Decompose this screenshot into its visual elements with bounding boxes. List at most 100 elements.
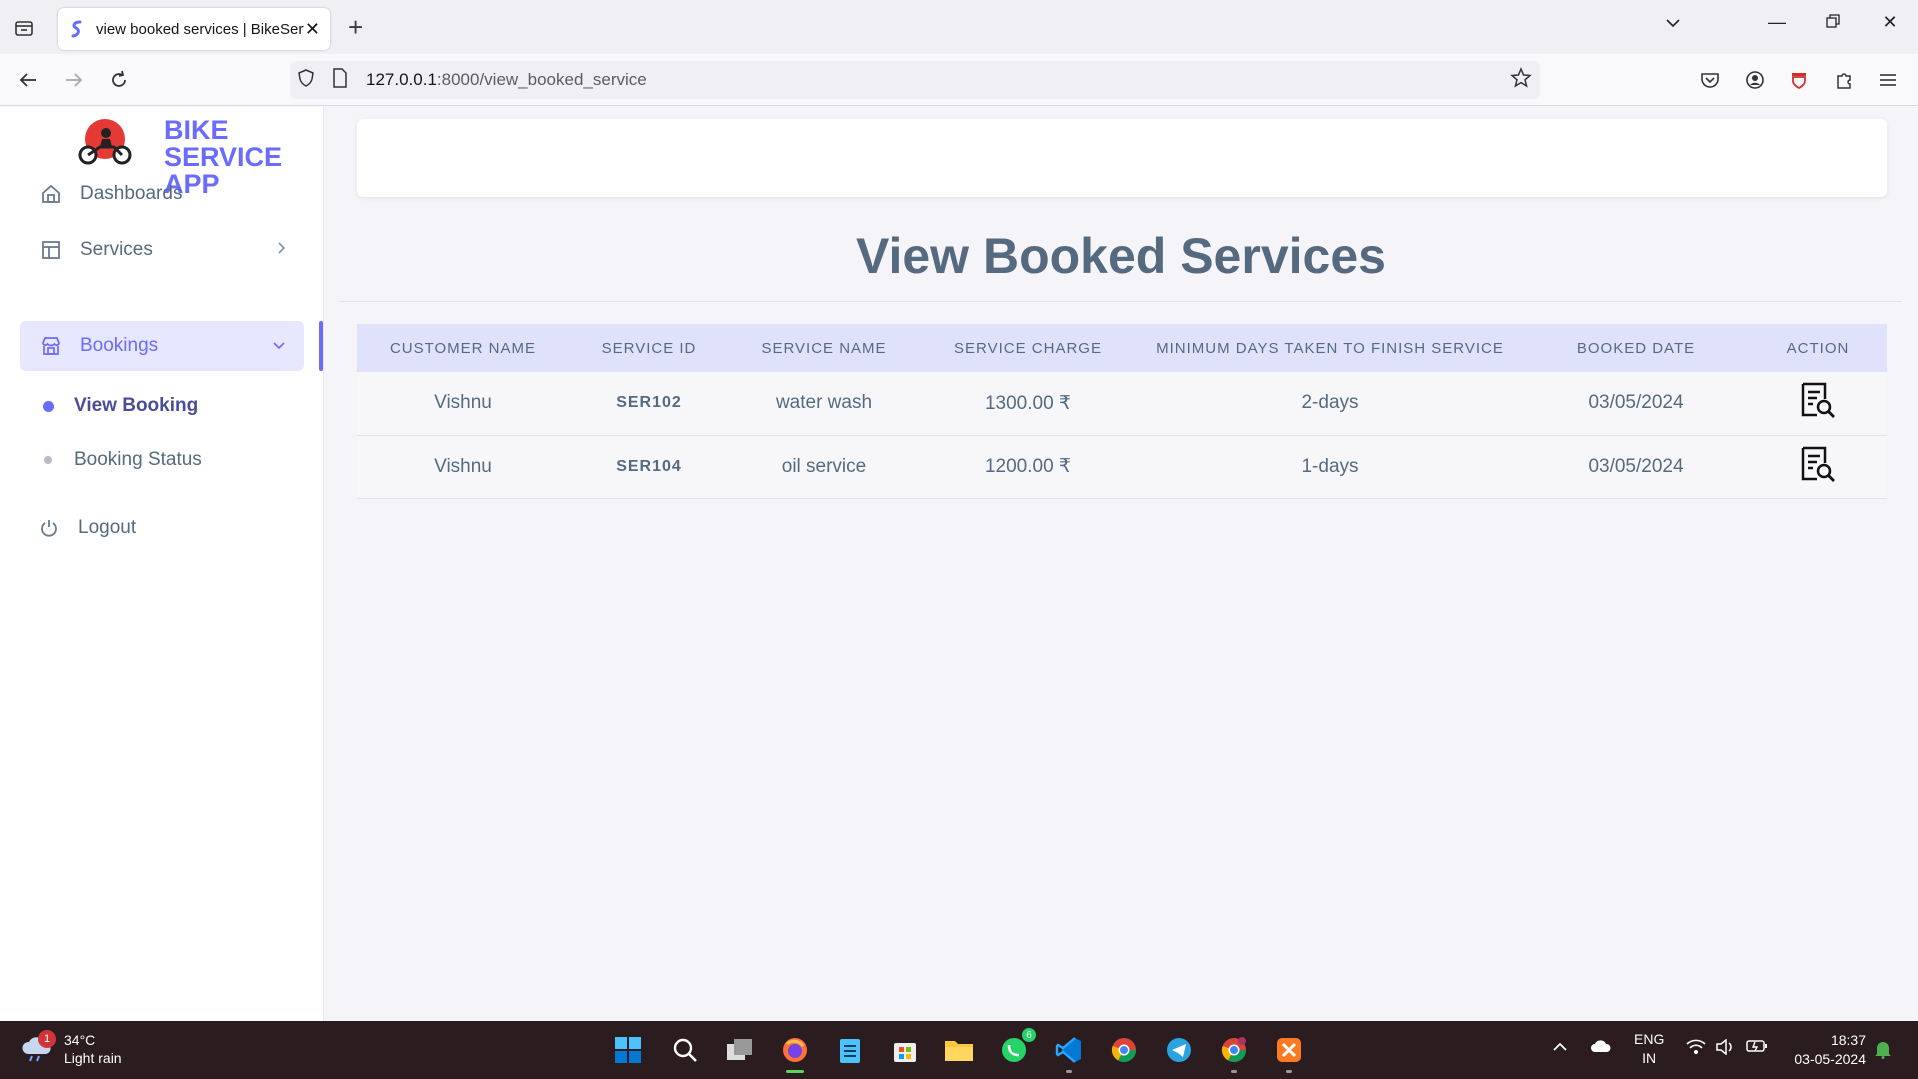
telegram-icon[interactable] <box>1162 1033 1196 1067</box>
rain-cloud-icon: 1 <box>20 1030 56 1064</box>
cell-action <box>1749 372 1887 435</box>
browser-tab[interactable]: view booked services | BikeServ ✕ <box>58 8 330 50</box>
sidebar-subitem-booking-status[interactable]: Booking Status <box>44 449 202 471</box>
new-tab-button[interactable]: + <box>348 12 363 42</box>
system-clock[interactable]: 18:37 03-05-2024 <box>1794 1031 1866 1069</box>
weather-alert-badge: 1 <box>38 1030 56 1048</box>
column-header: MINIMUM DAYS TAKEN TO FINISH SERVICE <box>1156 339 1504 357</box>
sidebar-subitem-view-booking[interactable]: View Booking <box>43 395 199 417</box>
firefox-icon[interactable] <box>778 1033 812 1073</box>
bike-logo-icon <box>78 119 132 165</box>
main-content: View Booked Services CUSTOMER NAME SERVI… <box>324 107 1918 1021</box>
clock-date: 03-05-2024 <box>1794 1051 1866 1067</box>
battery-icon[interactable] <box>1746 1039 1768 1056</box>
search-icon[interactable] <box>668 1033 702 1067</box>
divider <box>340 301 1902 302</box>
table-header-row: CUSTOMER NAME SERVICE ID SERVICE NAME SE… <box>357 324 1887 372</box>
table-row: Vishnu SER104 oil service 1200.00 ₹ 1-da… <box>357 435 1887 498</box>
taskbar: 1 34°C Light rain 6 ENG IN 18:37 03-05-2… <box>0 1021 1918 1079</box>
whatsapp-icon[interactable]: 6 <box>997 1027 1037 1067</box>
cell-customer-name: Vishnu <box>434 455 492 477</box>
close-window-icon[interactable]: ✕ <box>1875 12 1905 33</box>
onedrive-cloud-icon[interactable] <box>1590 1039 1612 1056</box>
app-favicon-icon <box>71 20 82 38</box>
power-icon <box>38 517 60 539</box>
url-text[interactable]: 127.0.0.1:8000/view_booked_service <box>366 70 647 90</box>
browser-nav-bar: 127.0.0.1:8000/view_booked_service <box>0 54 1918 106</box>
language-indicator[interactable]: ENG IN <box>1634 1030 1664 1068</box>
bullet-dot-icon <box>44 456 52 464</box>
sidebar-item-logout[interactable]: Logout <box>18 503 302 553</box>
bullet-dot-icon <box>43 400 54 412</box>
microsoft-store-icon[interactable] <box>888 1033 922 1067</box>
sidebar-item-label: Services <box>80 239 153 260</box>
column-header: CUSTOMER NAME <box>389 339 537 357</box>
cell-service-charge: 1300.00 ₹ <box>984 392 1072 414</box>
cell-service-id: SER104 <box>616 457 682 475</box>
sidebar-item-dashboards[interactable]: Dashboards <box>20 169 304 219</box>
running-app-indicator <box>1066 1070 1072 1073</box>
region-code: IN <box>1642 1050 1657 1066</box>
cell-service-name: water wash <box>775 392 873 414</box>
chrome-profile-icon[interactable] <box>1217 1033 1251 1073</box>
top-navbar-card <box>357 119 1887 197</box>
subitem-label: View Booking <box>74 395 199 416</box>
view-details-icon[interactable] <box>1799 381 1837 419</box>
pocket-icon[interactable] <box>1696 66 1724 94</box>
tab-overflow-icon[interactable] <box>1658 12 1688 33</box>
wifi-icon[interactable] <box>1686 1039 1706 1058</box>
back-icon[interactable] <box>14 66 42 94</box>
sidebar: BIKE SERVICE APP Dashboards Services Boo… <box>0 107 324 1021</box>
cell-booked-date: 03/05/2024 <box>1588 392 1684 414</box>
address-bar[interactable]: 127.0.0.1:8000/view_booked_service <box>290 61 1540 99</box>
weather-temp: 34°C <box>64 1032 96 1048</box>
browser-tab-bar: view booked services | BikeServ ✕ + — ✕ <box>0 0 1918 54</box>
running-app-indicator <box>1231 1070 1237 1073</box>
xampp-icon[interactable] <box>1272 1033 1306 1073</box>
chevron-down-icon <box>272 337 286 355</box>
cell-service-charge: 1200.00 ₹ <box>984 456 1072 477</box>
forward-icon[interactable] <box>60 66 88 94</box>
account-icon[interactable] <box>1741 66 1769 94</box>
windows-start-icon[interactable] <box>611 1033 645 1067</box>
reload-icon[interactable] <box>105 66 133 94</box>
column-header: ACTION <box>1786 339 1850 357</box>
shield-icon[interactable] <box>296 68 316 93</box>
tab-list-icon[interactable] <box>10 14 38 42</box>
cell-service-name: oil service <box>781 455 867 477</box>
chevron-right-icon <box>276 241 286 260</box>
volume-icon[interactable] <box>1715 1038 1735 1058</box>
chrome-icon[interactable] <box>1107 1033 1141 1067</box>
clock-time: 18:37 <box>1830 1032 1866 1048</box>
minimize-icon[interactable]: — <box>1762 12 1792 33</box>
chevron-up-icon[interactable] <box>1552 1039 1568 1055</box>
weather-widget[interactable]: 1 34°C Light rain <box>20 1030 122 1067</box>
sidebar-item-services[interactable]: Services <box>20 225 304 275</box>
extension-shield-icon[interactable] <box>1785 66 1813 94</box>
page-icon <box>332 67 348 93</box>
sidebar-item-bookings[interactable]: Bookings <box>20 321 304 371</box>
close-tab-icon[interactable]: ✕ <box>305 19 320 40</box>
tab-title: view booked services | BikeServ <box>96 20 304 38</box>
hamburger-menu-icon[interactable] <box>1874 66 1902 94</box>
url-host: 127.0.0.1 <box>366 70 437 89</box>
file-explorer-icon[interactable] <box>942 1033 976 1067</box>
notepad-icon[interactable] <box>833 1033 867 1067</box>
view-details-icon[interactable] <box>1799 445 1837 483</box>
running-app-indicator <box>1286 1070 1292 1073</box>
bookmark-star-icon[interactable] <box>1510 66 1532 94</box>
cell-service-id: SER102 <box>616 394 682 412</box>
restore-icon[interactable] <box>1818 12 1848 33</box>
notification-bell-icon[interactable] <box>1874 1039 1892 1062</box>
store-icon <box>40 335 62 357</box>
vscode-icon[interactable] <box>1052 1033 1086 1073</box>
sidebar-item-label: Dashboards <box>80 183 183 204</box>
extensions-puzzle-icon[interactable] <box>1830 66 1858 94</box>
task-view-icon[interactable] <box>723 1033 757 1067</box>
cell-customer-name: Vishnu <box>434 392 492 414</box>
language-code: ENG <box>1634 1031 1665 1047</box>
sidebar-item-label: Logout <box>78 517 137 538</box>
column-header: SERVICE NAME <box>761 339 887 357</box>
table-row: Vishnu SER102 water wash 1300.00 ₹ 2-day… <box>357 372 1887 435</box>
page-title: View Booked Services <box>856 228 1386 284</box>
